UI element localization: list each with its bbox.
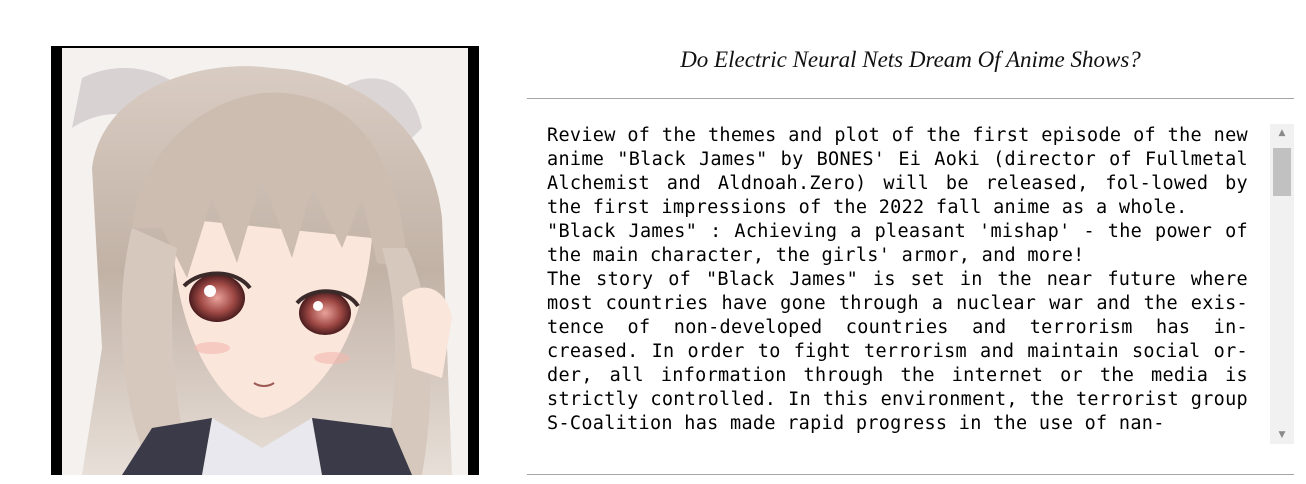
scrollbar-thumb[interactable] bbox=[1273, 148, 1291, 196]
review-paragraph: The story of "Black James" is set in the… bbox=[547, 269, 1248, 434]
page-title: Do Electric Neural Nets Dream Of Anime S… bbox=[680, 47, 1141, 72]
review-paragraph: "Black James" : Achieving a pleasant 'mi… bbox=[547, 221, 1248, 266]
anime-portrait-image bbox=[51, 46, 479, 475]
top-divider bbox=[527, 98, 1294, 99]
bottom-divider bbox=[527, 474, 1294, 475]
scrollbar[interactable]: ▲ ▼ bbox=[1270, 124, 1294, 444]
arrow-down-icon[interactable]: ▼ bbox=[1270, 426, 1294, 444]
review-paragraph: Review of the themes and plot of the fir… bbox=[547, 125, 1248, 218]
review-text-panel[interactable]: Review of the themes and plot of the fir… bbox=[547, 124, 1248, 444]
anime-portrait-illustration bbox=[62, 48, 468, 475]
arrow-up-icon[interactable]: ▲ bbox=[1270, 124, 1294, 142]
